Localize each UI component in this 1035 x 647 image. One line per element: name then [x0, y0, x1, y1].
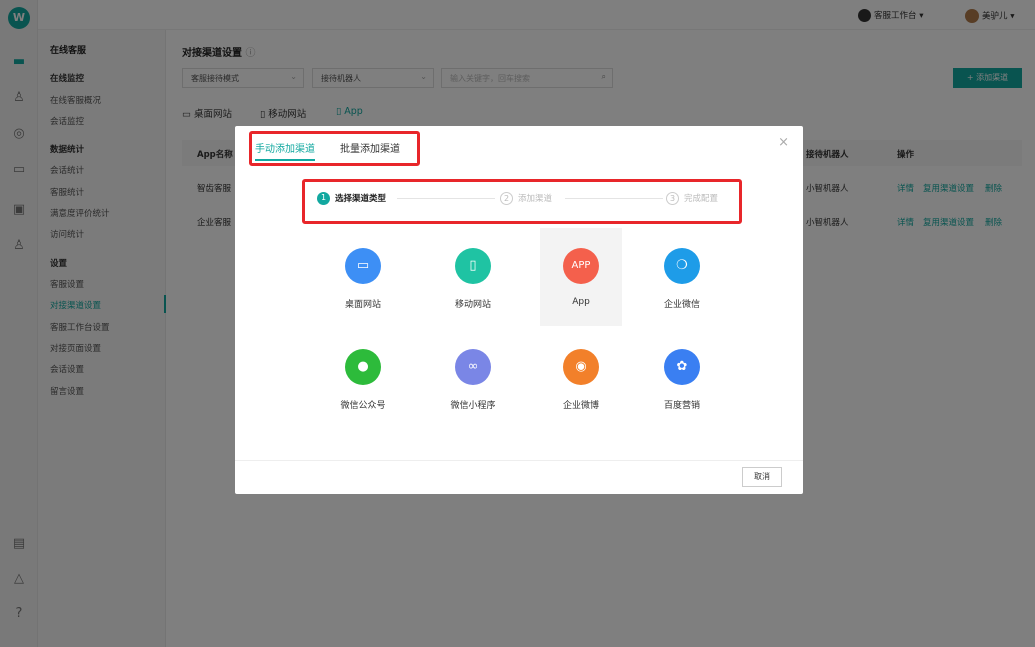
highlight-tabs — [249, 131, 420, 166]
dialog-footer: 取消 — [235, 460, 803, 494]
app-icon: APP — [563, 248, 599, 284]
highlight-steps — [302, 179, 742, 224]
monitor-icon: ▭ — [345, 248, 381, 284]
channel-wechat-official[interactable]: ● 微信公众号 — [322, 329, 404, 427]
mini-program-icon: ∞ — [455, 349, 491, 385]
close-icon[interactable]: × — [778, 135, 789, 150]
mobile-icon: ▯ — [455, 248, 491, 284]
wecom-icon: ❍ — [664, 248, 700, 284]
channel-baidu[interactable]: ✿ 百度营销 — [641, 329, 723, 427]
baidu-icon: ✿ — [664, 349, 700, 385]
channel-weibo[interactable]: ◉ 企业微博 — [540, 329, 622, 427]
channel-desktop-website[interactable]: ▭ 桌面网站 — [322, 228, 404, 326]
weibo-icon: ◉ — [563, 349, 599, 385]
channel-mobile-website[interactable]: ▯ 移动网站 — [432, 228, 514, 326]
cancel-button[interactable]: 取消 — [742, 467, 782, 487]
wechat-icon: ● — [345, 349, 381, 385]
channel-app[interactable]: APP App — [540, 228, 622, 326]
channel-mini-program[interactable]: ∞ 微信小程序 — [432, 329, 514, 427]
channel-wecom[interactable]: ❍ 企业微信 — [641, 228, 723, 326]
